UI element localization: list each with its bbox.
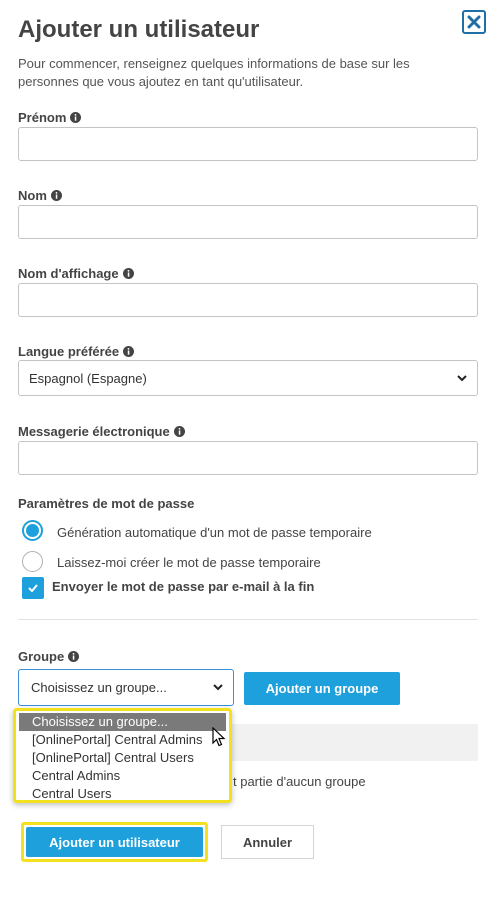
mouse-cursor-icon — [212, 727, 226, 747]
group-option[interactable]: [OnlinePortal] Central Admins — [19, 731, 226, 749]
first-name-input[interactable] — [18, 127, 478, 161]
info-icon — [68, 651, 80, 662]
email-input[interactable] — [18, 441, 478, 475]
radio-manual-password-label: Laissez-moi créer le mot de passe tempor… — [57, 555, 321, 570]
close-button[interactable] — [462, 10, 486, 34]
chevron-down-icon — [457, 374, 467, 381]
info-icon — [123, 346, 135, 357]
info-icon — [173, 426, 185, 437]
info-icon — [50, 190, 62, 201]
info-icon — [122, 268, 134, 279]
cancel-button[interactable]: Annuler — [221, 825, 314, 859]
radio-auto-password-label: Génération automatique d'un mot de passe… — [57, 525, 372, 540]
group-select[interactable]: Choisissez un groupe... — [18, 669, 234, 706]
radio-auto-password[interactable] — [22, 520, 43, 541]
send-email-checkbox[interactable] — [22, 577, 44, 599]
send-email-label: Envoyer le mot de passe par e-mail à la … — [52, 579, 315, 594]
submit-highlight: Ajouter un utilisateur — [21, 822, 208, 862]
add-user-button[interactable]: Ajouter un utilisateur — [26, 827, 203, 857]
chevron-down-icon — [213, 684, 223, 691]
intro-text: Pour commencer, renseignez quelques info… — [18, 56, 410, 89]
group-dropdown-list: Choisissez un groupe... [OnlinePortal] C… — [13, 708, 232, 803]
group-label: Groupe — [18, 649, 80, 664]
display-name-input[interactable] — [18, 283, 478, 317]
group-option[interactable]: Central Users — [19, 785, 226, 803]
group-option[interactable]: Central Admins — [19, 767, 226, 785]
divider — [18, 619, 478, 620]
language-label: Langue préférée — [18, 344, 135, 359]
last-name-input[interactable] — [18, 205, 478, 239]
group-option[interactable]: Choisissez un groupe... — [19, 713, 226, 731]
last-name-label: Nom — [18, 188, 62, 203]
first-name-label: Prénom — [18, 110, 82, 125]
password-settings-title: Paramètres de mot de passe — [18, 496, 195, 511]
display-name-label: Nom d'affichage — [18, 266, 134, 281]
group-option[interactable]: [OnlinePortal] Central Users — [19, 749, 226, 767]
email-label: Messagerie électronique — [18, 424, 185, 439]
check-icon — [28, 584, 38, 592]
group-list-area — [230, 724, 478, 761]
add-group-button[interactable]: Ajouter un groupe — [244, 672, 400, 705]
no-group-text: t partie d'aucun groupe — [233, 774, 366, 789]
close-icon — [467, 15, 481, 29]
radio-manual-password[interactable] — [22, 551, 43, 572]
info-icon — [70, 112, 82, 123]
language-select[interactable]: Espagnol (Espagne) — [18, 360, 478, 396]
page-title: Ajouter un utilisateur — [18, 16, 260, 43]
